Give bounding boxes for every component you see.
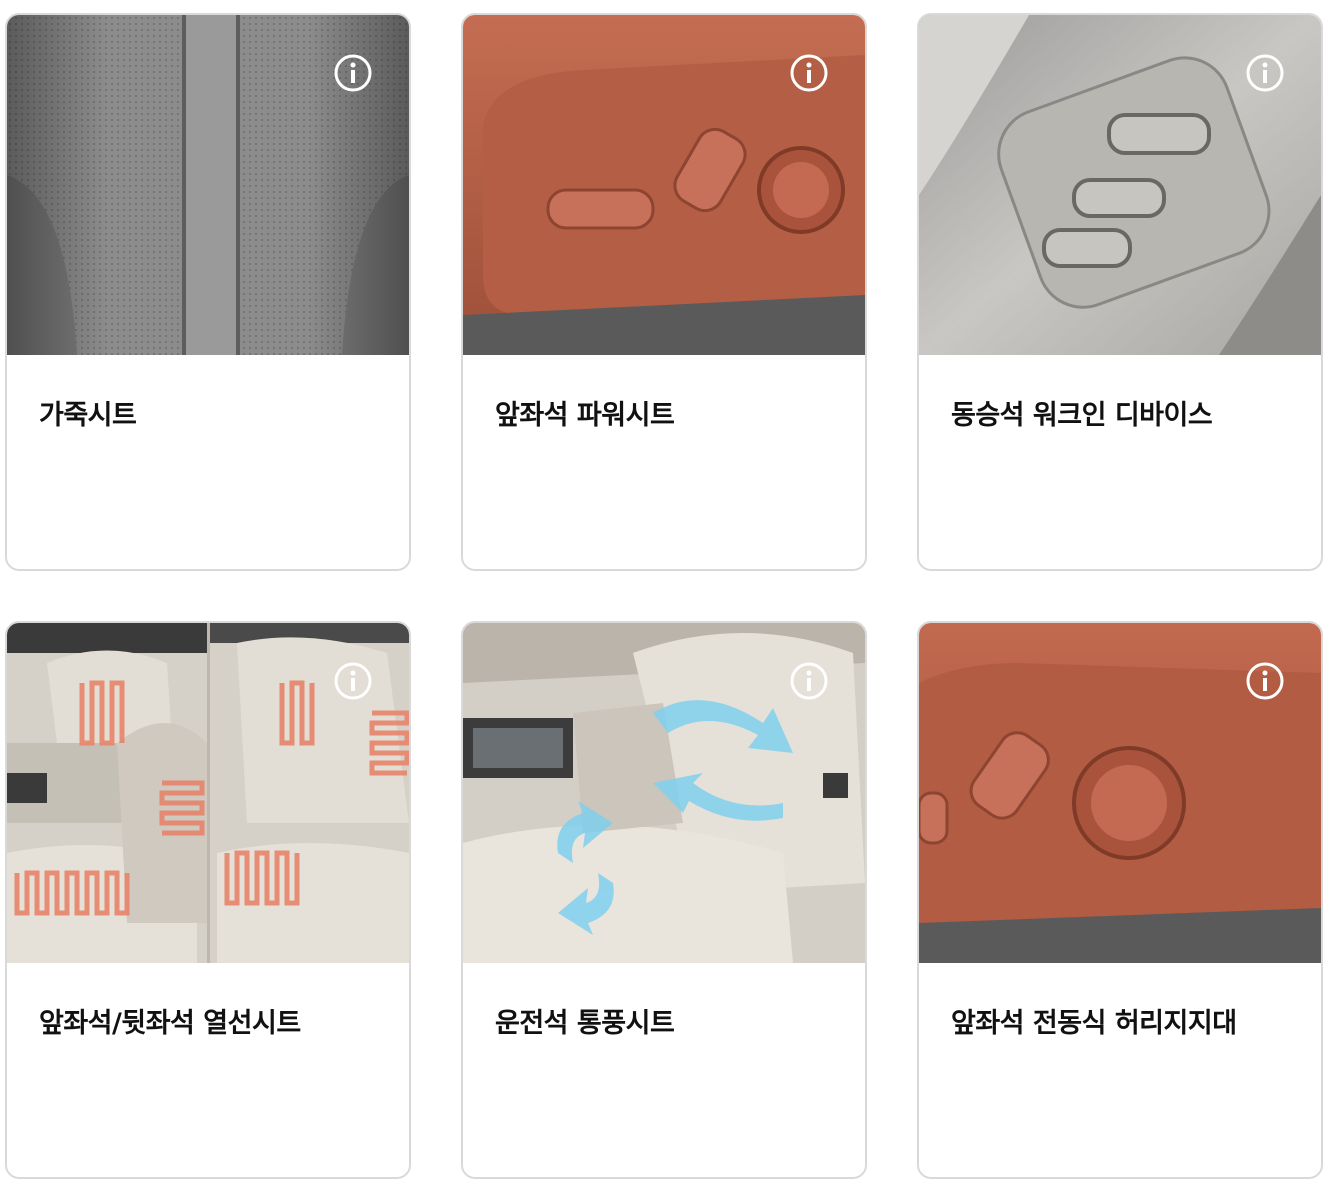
card-title: 동승석 워크인 디바이스 (951, 400, 1213, 431)
feature-card-leather-seat[interactable]: 가죽시트 (5, 13, 411, 571)
feature-card-ventilated-seat[interactable]: 운전석 통풍시트 (461, 621, 867, 1179)
info-button[interactable] (1245, 661, 1285, 701)
feature-card-heated-seats[interactable]: 앞좌석/뒷좌석 열선시트 (5, 621, 411, 1179)
feature-card-walk-in-device[interactable]: 동승석 워크인 디바이스 (917, 13, 1323, 571)
info-button[interactable] (333, 53, 373, 93)
info-icon (790, 662, 828, 700)
card-title: 앞좌석/뒷좌석 열선시트 (39, 1008, 301, 1039)
feature-card-lumbar-support[interactable]: 앞좌석 전동식 허리지지대 (917, 621, 1323, 1179)
card-title: 가죽시트 (39, 400, 137, 431)
card-title: 운전석 통풍시트 (495, 1008, 675, 1039)
info-icon (334, 662, 372, 700)
info-button[interactable] (789, 661, 829, 701)
info-icon (1246, 662, 1284, 700)
info-icon (334, 54, 372, 92)
info-icon (790, 54, 828, 92)
info-button[interactable] (1245, 53, 1285, 93)
info-icon (1246, 54, 1284, 92)
feature-card-power-seat[interactable]: 앞좌석 파워시트 (461, 13, 867, 571)
card-title: 앞좌석 파워시트 (495, 400, 675, 431)
card-title: 앞좌석 전동식 허리지지대 (951, 1008, 1237, 1039)
info-button[interactable] (333, 661, 373, 701)
info-button[interactable] (789, 53, 829, 93)
